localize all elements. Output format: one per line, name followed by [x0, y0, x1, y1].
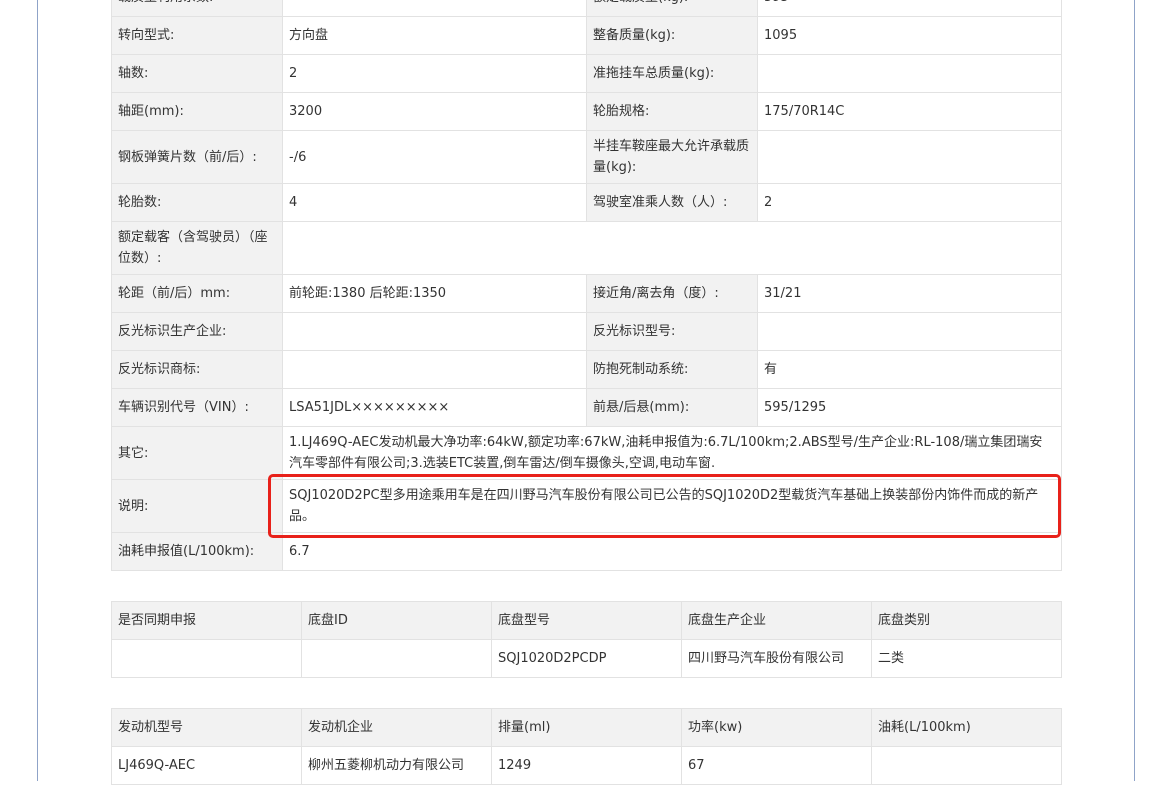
spec-label: 转向型式:: [111, 16, 283, 55]
seats-value: [282, 221, 1062, 275]
spec-row: 轮距（前/后）mm: 前轮距:1380 后轮距:1350 接近角/离去角（度）:…: [111, 274, 1062, 313]
spec-row: 钢板弹簧片数（前/后）: -/6 半挂车鞍座最大允许承载质量(kg):: [111, 130, 1062, 184]
fuel-value: 6.7: [282, 532, 1062, 571]
spec-label: 接近角/离去角（度）:: [586, 274, 758, 313]
engine-header-row: 发动机型号 发动机企业 排量(ml) 功率(kw) 油耗(L/100km): [111, 708, 1062, 747]
spec-label: 车辆识别代号（VIN）:: [111, 388, 283, 427]
spec-value: 前轮距:1380 后轮距:1350: [282, 274, 587, 313]
table-cell: [301, 639, 492, 678]
spec-label: 轮距（前/后）mm:: [111, 274, 283, 313]
spec-value: 有: [757, 350, 1062, 389]
spec-value: [757, 130, 1062, 184]
chassis-header-row: 是否同期申报 底盘ID 底盘型号 底盘生产企业 底盘类别: [111, 601, 1062, 640]
table-cell: 二类: [871, 639, 1062, 678]
table-cell: 四川野马汽车股份有限公司: [681, 639, 872, 678]
spec-value: [757, 54, 1062, 93]
column-header: 发动机型号: [111, 708, 302, 747]
column-header: 底盘生产企业: [681, 601, 872, 640]
spec-label: 轮胎数:: [111, 183, 283, 222]
spec-value: 方向盘: [282, 16, 587, 55]
page-frame-left: [37, 0, 38, 781]
table-cell: 1249: [491, 746, 682, 785]
table-cell: SQJ1020D2PCDP: [491, 639, 682, 678]
spec-label: 轴数:: [111, 54, 283, 93]
other-label: 其它:: [111, 426, 283, 480]
table-cell: LJ469Q-AEC: [111, 746, 302, 785]
spec-row: 轮胎数: 4 驾驶室准乘人数（人）: 2: [111, 183, 1062, 222]
fuel-label: 油耗申报值(L/100km):: [111, 532, 283, 571]
spec-label: 钢板弹簧片数（前/后）:: [111, 130, 283, 184]
table-cell: [871, 746, 1062, 785]
chassis-table: 是否同期申报 底盘ID 底盘型号 底盘生产企业 底盘类别 SQJ1020D2PC…: [111, 601, 1062, 678]
spec-row: 说明: SQJ1020D2PC型多用途乘用车是在四川野马汽车股份有限公司已公告的…: [111, 479, 1062, 533]
spec-row: 其它: 1.LJ469Q-AEC发动机最大净功率:64kW,额定功率:67kW,…: [111, 426, 1062, 480]
spec-row: 载质量利用系数: 额定载质量(kg): 595: [111, 0, 1062, 17]
note-label: 说明:: [111, 479, 283, 533]
engine-table: 发动机型号 发动机企业 排量(ml) 功率(kw) 油耗(L/100km) LJ…: [111, 708, 1062, 785]
spec-value: 2: [282, 54, 587, 93]
spec-label: 反光标识生产企业:: [111, 312, 283, 351]
spec-label: 半挂车鞍座最大允许承载质量(kg):: [586, 130, 758, 184]
column-header: 底盘型号: [491, 601, 682, 640]
spec-value: [757, 312, 1062, 351]
spec-value: 4: [282, 183, 587, 222]
spec-label: 轮胎规格:: [586, 92, 758, 131]
table-cell: 柳州五菱柳机动力有限公司: [301, 746, 492, 785]
spec-value: 595: [757, 0, 1062, 17]
spec-value: [282, 0, 587, 17]
column-header: 底盘类别: [871, 601, 1062, 640]
spec-label: 额定载质量(kg):: [586, 0, 758, 17]
table-row: SQJ1020D2PCDP 四川野马汽车股份有限公司 二类: [111, 639, 1062, 678]
column-header: 排量(ml): [491, 708, 682, 747]
table-cell: [111, 639, 302, 678]
other-value: 1.LJ469Q-AEC发动机最大净功率:64kW,额定功率:67kW,油耗申报…: [282, 426, 1062, 480]
page-frame-right: [1134, 0, 1135, 781]
spec-value: 1095: [757, 16, 1062, 55]
spec-row: 轴数: 2 准拖挂车总质量(kg):: [111, 54, 1062, 93]
spec-value: 595/1295: [757, 388, 1062, 427]
seats-label: 额定载客（含驾驶员）（座位数）:: [111, 221, 283, 275]
spec-row: 油耗申报值(L/100km): 6.7: [111, 532, 1062, 571]
column-header: 发动机企业: [301, 708, 492, 747]
spec-value: 3200: [282, 92, 587, 131]
spec-label: 整备质量(kg):: [586, 16, 758, 55]
spec-value: 175/70R14C: [757, 92, 1062, 131]
column-header: 功率(kw): [681, 708, 872, 747]
spec-row: 反光标识商标: 防抱死制动系统: 有: [111, 350, 1062, 389]
spec-label: 反光标识型号:: [586, 312, 758, 351]
vin-value: LSA51JDL×××××××××: [282, 388, 587, 427]
column-header: 底盘ID: [301, 601, 492, 640]
spec-label: 载质量利用系数:: [111, 0, 283, 17]
spec-label: 驾驶室准乘人数（人）:: [586, 183, 758, 222]
note-value: SQJ1020D2PC型多用途乘用车是在四川野马汽车股份有限公司已公告的SQJ1…: [282, 479, 1062, 533]
spec-label: 轴距(mm):: [111, 92, 283, 131]
column-header: 是否同期申报: [111, 601, 302, 640]
spec-label: 防抱死制动系统:: [586, 350, 758, 389]
spec-value: -/6: [282, 130, 587, 184]
spec-label: 准拖挂车总质量(kg):: [586, 54, 758, 93]
column-header: 油耗(L/100km): [871, 708, 1062, 747]
spec-row: 轴距(mm): 3200 轮胎规格: 175/70R14C: [111, 92, 1062, 131]
spec-row: 额定载客（含驾驶员）（座位数）:: [111, 221, 1062, 275]
spec-row: 车辆识别代号（VIN）: LSA51JDL××××××××× 前悬/后悬(mm)…: [111, 388, 1062, 427]
spec-value: [282, 312, 587, 351]
spec-row: 转向型式: 方向盘 整备质量(kg): 1095: [111, 16, 1062, 55]
spec-label: 反光标识商标:: [111, 350, 283, 389]
spec-table: 载质量利用系数: 额定载质量(kg): 595 转向型式: 方向盘 整备质量(k…: [111, 0, 1062, 571]
spec-label: 前悬/后悬(mm):: [586, 388, 758, 427]
spec-value: 31/21: [757, 274, 1062, 313]
table-cell: 67: [681, 746, 872, 785]
table-row: LJ469Q-AEC 柳州五菱柳机动力有限公司 1249 67: [111, 746, 1062, 785]
spec-value: 2: [757, 183, 1062, 222]
spec-value: [282, 350, 587, 389]
spec-row: 反光标识生产企业: 反光标识型号:: [111, 312, 1062, 351]
